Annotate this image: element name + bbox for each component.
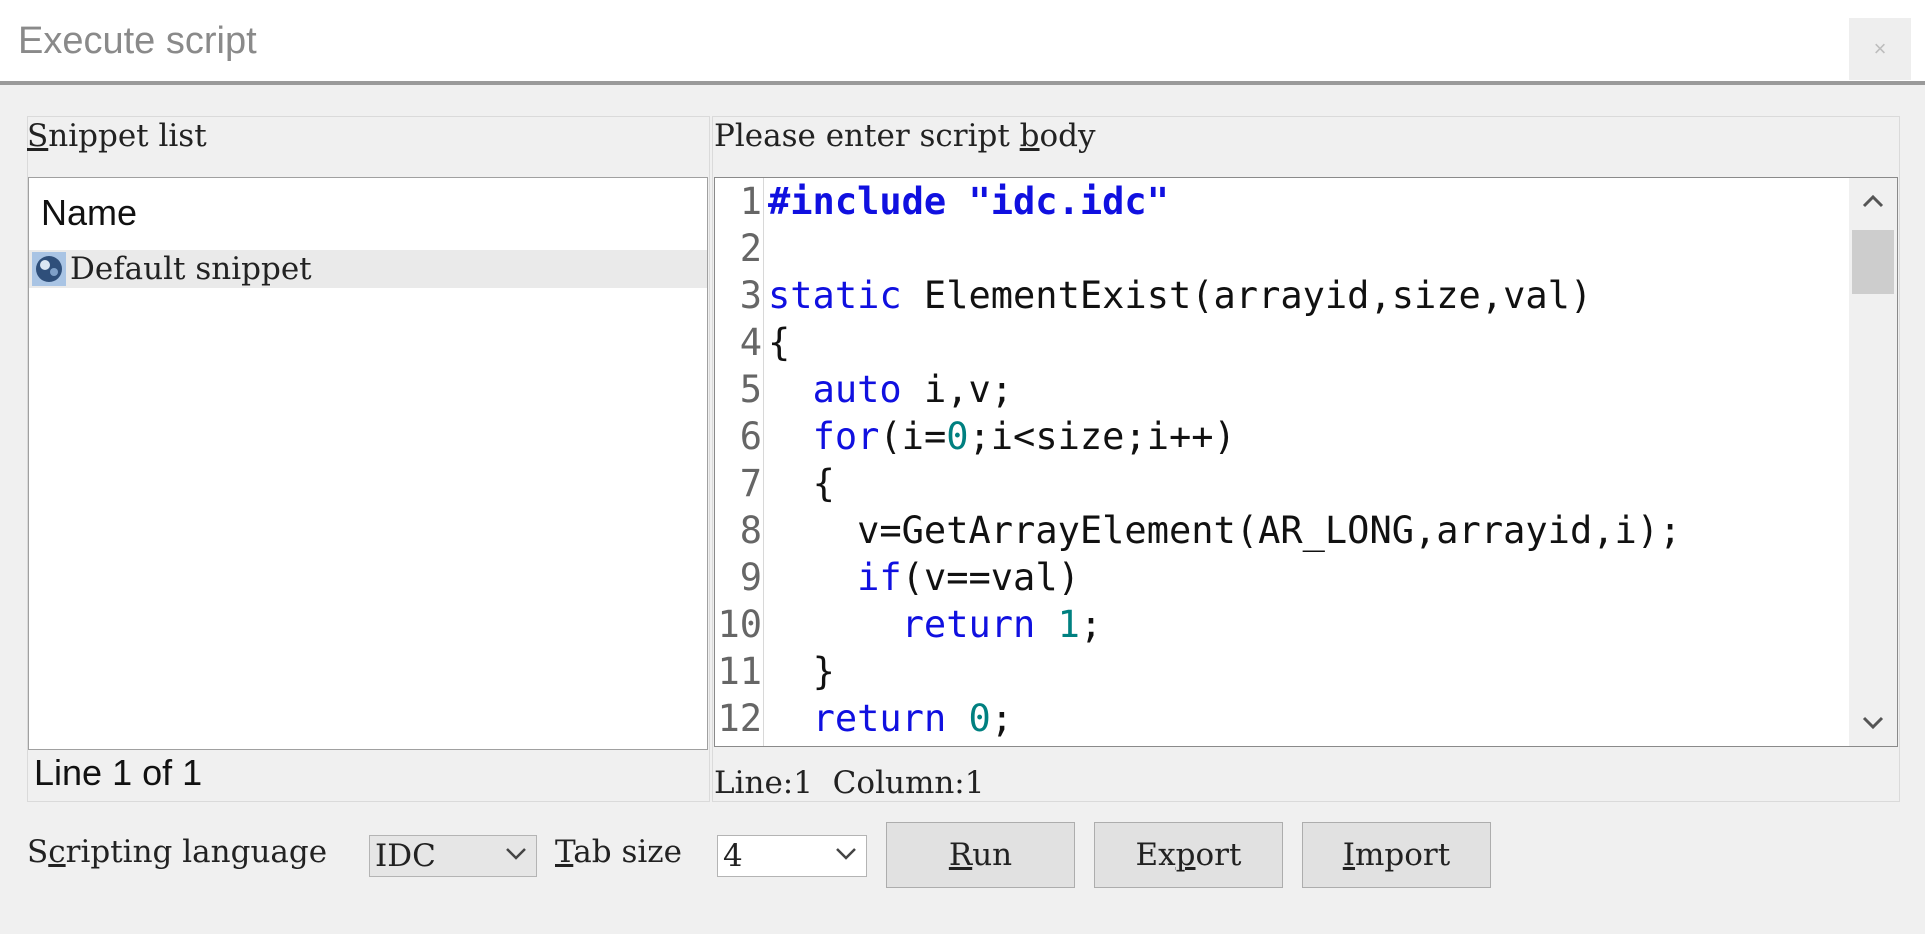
line-number: 8 bbox=[739, 509, 762, 552]
line-number: 4 bbox=[739, 321, 762, 364]
tab-size-value: 4 bbox=[723, 838, 743, 874]
code-line[interactable]: 9 if(v==val) bbox=[715, 554, 1845, 601]
chevron-down-icon bbox=[834, 839, 858, 869]
code-text: { bbox=[812, 462, 835, 505]
snippet-listbox[interactable]: Name Default snippet bbox=[28, 177, 708, 750]
code-text: for(i=0;i<size;i++) bbox=[812, 415, 1236, 458]
line-number: 10 bbox=[717, 603, 762, 646]
snippet-status: Line 1 of 1 bbox=[34, 752, 203, 793]
line-number: 7 bbox=[739, 462, 762, 505]
editor-scrollbar[interactable] bbox=[1849, 178, 1897, 746]
snippet-icon bbox=[32, 252, 66, 286]
line-number: 12 bbox=[717, 697, 762, 740]
tab-size-select[interactable]: 4 bbox=[717, 835, 867, 877]
code-text: auto i,v; bbox=[812, 368, 1014, 411]
code-line[interactable]: 11 } bbox=[715, 648, 1845, 695]
line-number: 5 bbox=[739, 368, 762, 411]
close-button[interactable]: × bbox=[1849, 18, 1911, 80]
code-line[interactable]: 6 for(i=0;i<size;i++) bbox=[715, 413, 1845, 460]
window-title: Execute script bbox=[18, 20, 257, 62]
code-line[interactable]: 2 bbox=[715, 225, 1845, 272]
code-text: v=GetArrayElement(AR_LONG,arrayid,i); bbox=[857, 509, 1682, 552]
code-text: } bbox=[812, 650, 835, 693]
code-line[interactable]: 3 static ElementExist(arrayid,size,val) bbox=[715, 272, 1845, 319]
import-button[interactable]: Import bbox=[1302, 822, 1491, 888]
line-number: 1 bbox=[739, 180, 762, 223]
code-text: { bbox=[768, 321, 791, 364]
editor-status: Line:1 Column:1 bbox=[714, 765, 985, 801]
chevron-down-icon bbox=[504, 839, 528, 869]
scroll-up-icon[interactable] bbox=[1849, 178, 1897, 224]
line-number: 6 bbox=[739, 415, 762, 458]
list-item[interactable]: Default snippet bbox=[29, 250, 707, 288]
code-line[interactable]: 8 v=GetArrayElement(AR_LONG,arrayid,i); bbox=[715, 507, 1845, 554]
title-bar: Execute script × bbox=[0, 0, 1925, 85]
scripting-language-label: Scripting language bbox=[27, 834, 328, 870]
snippet-label: Default snippet bbox=[70, 251, 312, 287]
code-text: return 0; bbox=[812, 697, 1014, 740]
code-line[interactable]: 10 return 1; bbox=[715, 601, 1845, 648]
code-line[interactable]: 4{ bbox=[715, 319, 1845, 366]
scripting-language-select[interactable]: IDC bbox=[369, 835, 537, 877]
code-line[interactable]: 5 auto i,v; bbox=[715, 366, 1845, 413]
code-line[interactable]: 12 return 0; bbox=[715, 695, 1845, 742]
code-text: if(v==val) bbox=[857, 556, 1080, 599]
column-header-name[interactable]: Name bbox=[41, 192, 137, 234]
run-button[interactable]: Run bbox=[886, 822, 1075, 888]
export-button[interactable]: Ex p ort bbox=[1094, 822, 1283, 888]
code-text: #include "idc.idc" bbox=[768, 180, 1169, 223]
scrollbar-thumb[interactable] bbox=[1852, 230, 1894, 294]
script-editor[interactable]: 1 #include "idc.idc" 2 3 static ElementExist… bbox=[714, 177, 1898, 747]
code-line[interactable]: 1 #include "idc.idc" bbox=[715, 178, 1845, 225]
code-line[interactable]: 7 { bbox=[715, 460, 1845, 507]
code-text: return 1; bbox=[901, 603, 1103, 646]
line-number: 2 bbox=[739, 227, 762, 270]
snippet-list-label: Snippet list bbox=[27, 118, 207, 154]
code-text: static ElementExist(arrayid,size,val) bbox=[768, 274, 1593, 317]
script-body-label: Please enter script body bbox=[714, 118, 1096, 154]
line-number: 3 bbox=[739, 274, 762, 317]
line-number: 9 bbox=[739, 556, 762, 599]
line-number: 11 bbox=[717, 650, 762, 693]
language-value: IDC bbox=[375, 838, 436, 874]
tab-size-label: Tab size bbox=[555, 834, 682, 870]
scroll-down-icon[interactable] bbox=[1849, 700, 1897, 746]
